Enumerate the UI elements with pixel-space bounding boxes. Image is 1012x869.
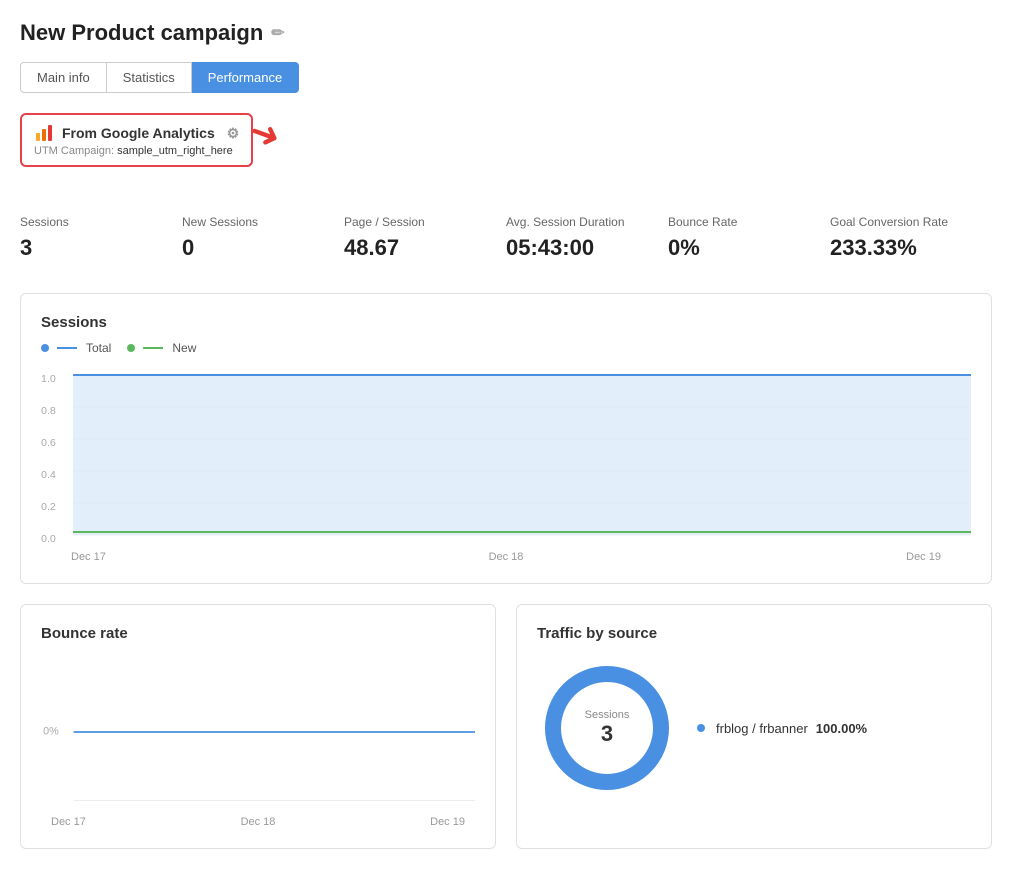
svg-text:1.0: 1.0	[41, 374, 56, 385]
traffic-legend: frblog / frbanner 100.00%	[697, 721, 867, 736]
tab-statistics[interactable]: Statistics	[107, 62, 192, 93]
bounce-svg: 0%	[41, 652, 475, 812]
traffic-legend-item: frblog / frbanner 100.00%	[697, 721, 867, 736]
metric-avg-duration: Avg. Session Duration 05:43:00	[506, 207, 668, 269]
total-dot	[41, 344, 49, 352]
bounce-x-labels: Dec 17 Dec 18 Dec 19	[41, 816, 475, 828]
tab-main-info[interactable]: Main info	[20, 62, 107, 93]
svg-text:0.2: 0.2	[41, 502, 56, 513]
sessions-x-labels: Dec 17 Dec 18 Dec 19	[41, 551, 971, 563]
metric-page-session: Page / Session 48.67	[344, 207, 506, 269]
sessions-chart-card: Sessions Total New 0.0 0.2 0.4 0.6 0.8 1…	[20, 293, 992, 584]
legend-total: Total	[41, 341, 111, 355]
sessions-legend: Total New	[41, 341, 971, 355]
donut-chart: Sessions 3	[537, 658, 677, 798]
tabs-container: Main info Statistics Performance	[20, 62, 992, 93]
svg-text:0%: 0%	[43, 725, 59, 737]
svg-text:0.4: 0.4	[41, 470, 56, 481]
bounce-chart-area: 0%	[41, 652, 475, 812]
legend-new: New	[127, 341, 196, 355]
metric-sessions: Sessions 3	[20, 207, 182, 269]
metric-bounce-rate: Bounce Rate 0%	[668, 207, 830, 269]
svg-text:0.8: 0.8	[41, 406, 56, 417]
utm-label: UTM Campaign: sample_utm_right_here	[34, 145, 239, 157]
metric-goal-conversion: Goal Conversion Rate 233.33%	[830, 207, 992, 269]
sessions-svg: 0.0 0.2 0.4 0.6 0.8 1.0	[41, 367, 971, 547]
traffic-chart-title: Traffic by source	[537, 625, 971, 642]
sessions-chart-title: Sessions	[41, 314, 971, 331]
edit-icon[interactable]: ✏	[271, 23, 284, 43]
analytics-source-label: From Google Analytics	[62, 125, 215, 141]
total-line	[57, 347, 77, 349]
bounce-chart-title: Bounce rate	[41, 625, 475, 642]
new-line	[143, 347, 163, 349]
metric-new-sessions: New Sessions 0	[182, 207, 344, 269]
donut-center: Sessions 3	[585, 709, 630, 747]
traffic-chart-card: Traffic by source Sessions 3 frblog / fr…	[516, 604, 992, 849]
bounce-rate-chart-card: Bounce rate 0% Dec 17 Dec 18 Dec 19	[20, 604, 496, 849]
metrics-row: Sessions 3 New Sessions 0 Page / Session…	[20, 207, 992, 269]
bottom-charts: Bounce rate 0% Dec 17 Dec 18 Dec 19 Traf…	[20, 604, 992, 849]
new-dot	[127, 344, 135, 352]
traffic-content: Sessions 3 frblog / frbanner 100.00%	[537, 658, 971, 798]
page-title: New Product campaign ✏	[20, 20, 992, 46]
sessions-chart-area: 0.0 0.2 0.4 0.6 0.8 1.0	[41, 367, 971, 547]
title-text: New Product campaign	[20, 20, 263, 46]
traffic-source-pct: 100.00%	[816, 721, 867, 736]
traffic-source-label: frblog / frbanner	[716, 721, 808, 736]
tab-performance[interactable]: Performance	[192, 62, 299, 93]
settings-icon[interactable]: ⚙	[227, 125, 240, 142]
analytics-source-box: From Google Analytics ⚙ UTM Campaign: sa…	[20, 113, 253, 167]
traffic-source-dot	[697, 724, 705, 732]
svg-text:0.6: 0.6	[41, 438, 56, 449]
svg-text:0.0: 0.0	[41, 534, 56, 545]
google-analytics-icon	[34, 123, 54, 143]
